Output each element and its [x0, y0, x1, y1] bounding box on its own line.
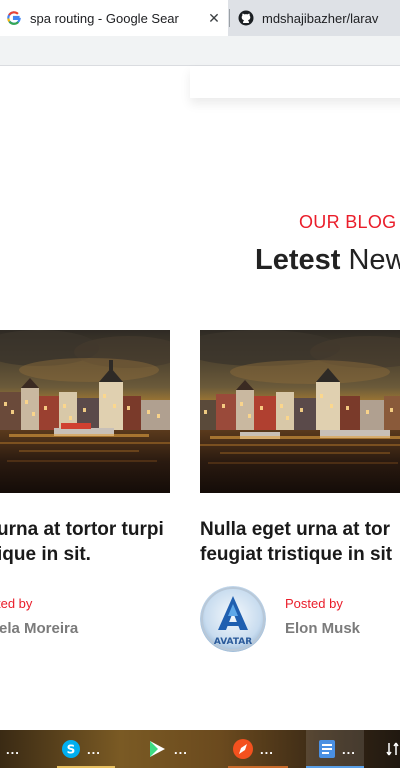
post-title-line: Nulla eget urna at tor [200, 519, 391, 540]
taskbar-item-label: ... [174, 741, 188, 757]
tab-title: spa routing - Google Sear [30, 10, 179, 26]
posted-by-label: Posted by [285, 596, 343, 611]
post-title[interactable]: Nulla eget urna at tor feugiat tristique… [200, 517, 392, 567]
github-icon [238, 10, 254, 26]
browser-toolbar [0, 36, 400, 66]
taskbar-item-label: ... [6, 741, 20, 757]
taskbar-item-play[interactable]: ... [142, 730, 198, 768]
close-icon[interactable]: ✕ [206, 10, 222, 27]
posted-by-label: ted by [0, 596, 33, 611]
section-title: Letest New [255, 244, 400, 277]
network-icon[interactable] [386, 730, 400, 768]
play-icon [146, 738, 168, 760]
svg-text:S: S [67, 743, 76, 757]
browser-tab-github[interactable]: mdshajibazher/larav [232, 0, 400, 36]
taskbar-item-label: ... [87, 741, 101, 757]
post-title[interactable]: urna at tortor turpi ique in sit. [0, 517, 164, 567]
taskbar-item-label: ... [260, 741, 274, 757]
author-name[interactable]: Elon Musk [285, 620, 360, 637]
post-title-line: urna at tortor turpi [0, 519, 164, 540]
tab-title: mdshajibazher/larav [262, 10, 379, 26]
browser-tab-strip: spa routing - Google Sear ✕ mdshajibazhe… [0, 0, 400, 36]
section-title-rest: New [340, 244, 400, 276]
taskbar-item-label: ... [342, 741, 356, 757]
avatar-text: AVATAR [214, 637, 252, 647]
post-title-line: ique in sit. [0, 544, 91, 565]
section-title-bold: Letest [255, 244, 341, 276]
taskbar-item-browser[interactable]: ... [228, 730, 288, 768]
section-eyebrow: OUR BLOG [299, 212, 397, 232]
taskbar-item[interactable]: ... [0, 730, 55, 768]
avatar[interactable]: AVATAR [200, 586, 266, 652]
taskbar-item-document[interactable]: ... [306, 730, 364, 768]
google-icon [6, 10, 22, 26]
content-card-partial [190, 66, 400, 98]
screen: spa routing - Google Sear ✕ mdshajibazhe… [0, 0, 400, 768]
browser-icon [232, 738, 254, 760]
author-name[interactable]: ela Moreira [0, 620, 78, 637]
taskbar: ... S ... ... ... ... [0, 730, 400, 768]
post-image[interactable] [200, 330, 400, 493]
skype-icon: S [61, 739, 81, 759]
tab-separator [229, 9, 230, 27]
browser-tab-google[interactable]: spa routing - Google Sear ✕ [0, 0, 228, 36]
post-title-line: feugiat tristique in sit [200, 544, 393, 565]
post-image[interactable] [0, 330, 170, 493]
taskbar-item-skype[interactable]: S ... [57, 730, 115, 768]
document-icon [318, 739, 336, 759]
